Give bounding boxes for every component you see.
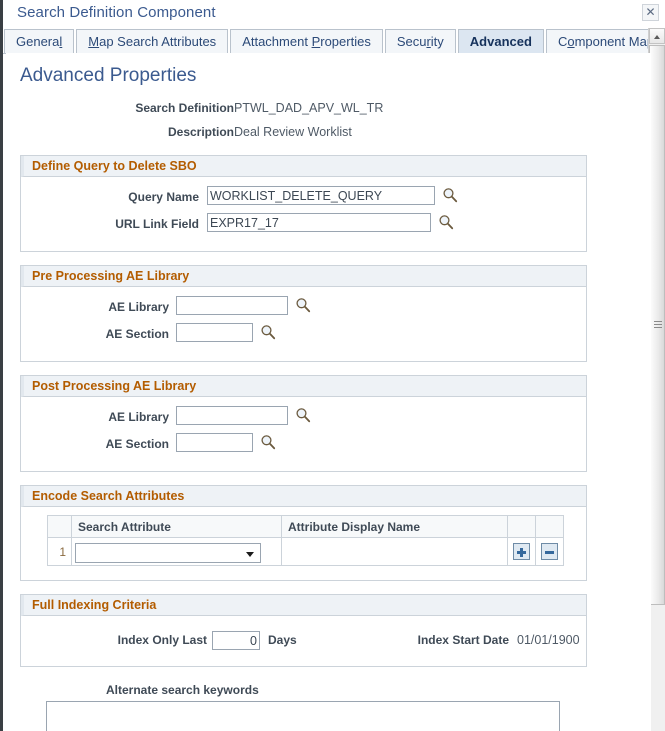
days-label: Days — [268, 633, 297, 647]
close-icon[interactable]: ✕ — [642, 4, 659, 21]
cell-search-attribute — [71, 537, 282, 566]
index-start-date-label: Index Start Date — [417, 633, 509, 647]
query-name-input[interactable] — [207, 186, 435, 205]
search-attribute-dropdown[interactable] — [75, 542, 261, 563]
scrollbar-thumb[interactable] — [649, 45, 665, 605]
encode-search-attributes-grid: Search Attribute Attribute Display Name … — [47, 515, 564, 566]
magnifier-icon[interactable] — [438, 214, 454, 230]
header-field-value: Deal Review Worklist — [234, 125, 352, 139]
group-define-query-to-delete-sbo: Define Query to Delete SBO Query Name UR… — [20, 155, 587, 252]
magnifier-icon[interactable] — [260, 434, 276, 450]
url-link-field-input[interactable] — [207, 213, 431, 232]
group-pre-processing-ae-library: Pre Processing AE Library AE Library AE … — [20, 265, 587, 362]
group-header: Encode Search Attributes — [21, 486, 586, 507]
post-ae-library-label: AE Library — [108, 410, 169, 424]
tab-advanced[interactable]: Advanced — [457, 29, 544, 53]
tab-bar: General Map Search Attributes Attachment P… — [3, 28, 665, 54]
field-row-post-ae-library: AE Library — [21, 406, 586, 433]
column-header-attribute-display-name: Attribute Display Name — [281, 515, 508, 538]
alternate-search-keywords-label: Alternate search keywords — [106, 683, 259, 697]
post-ae-section-input[interactable] — [176, 433, 253, 452]
add-row-button[interactable] — [513, 543, 530, 560]
magnifier-icon[interactable] — [295, 297, 311, 313]
magnifier-icon[interactable] — [442, 187, 458, 203]
group-post-processing-ae-library: Post Processing AE Library AE Library AE… — [20, 375, 587, 472]
header-field-value: PTWL_DAD_APV_WL_TR — [234, 101, 384, 115]
page-title: Advanced Properties — [20, 65, 197, 86]
cell-attribute-display-name[interactable] — [281, 537, 508, 566]
index-only-last-input[interactable] — [212, 631, 260, 650]
table-header-row: Search Attribute Attribute Display Name — [47, 515, 564, 538]
group-encode-search-attributes: Encode Search Attributes Search Attribut… — [20, 485, 587, 581]
post-ae-library-input[interactable] — [176, 406, 288, 425]
header-field-label: Description — [167, 125, 234, 139]
group-header: Full Indexing Criteria — [21, 595, 586, 616]
header-field-search-definition: Search Definition PTWL_DAD_APV_WL_TR — [6, 101, 651, 125]
group-header: Define Query to Delete SBO — [21, 156, 586, 177]
tab-general[interactable]: General — [4, 29, 75, 53]
group-header: Post Processing AE Library — [21, 376, 586, 397]
index-start-date-value: 01/01/1900 — [517, 633, 580, 647]
field-row-pre-ae-section: AE Section — [21, 323, 586, 350]
field-row-index-only-last: Index Only Last Days Index Start Date 01… — [21, 629, 586, 651]
query-name-label: Query Name — [128, 190, 199, 204]
magnifier-icon[interactable] — [295, 407, 311, 423]
cell-delete-row — [535, 537, 564, 566]
header-fields: Search Definition PTWL_DAD_APV_WL_TR Des… — [6, 101, 651, 149]
pre-ae-library-input[interactable] — [176, 296, 288, 315]
post-ae-section-label: AE Section — [105, 437, 169, 451]
field-row-post-ae-section: AE Section — [21, 433, 586, 460]
page-content: Advanced Properties Search Definition PT… — [6, 53, 651, 731]
index-only-last-label: Index Only Last — [117, 633, 207, 647]
field-row-query-name: Query Name — [21, 186, 586, 213]
column-header-search-attribute: Search Attribute — [71, 515, 282, 538]
header-field-label: Search Definition — [135, 101, 234, 115]
magnifier-icon[interactable] — [260, 324, 276, 340]
window-titlebar: Search Definition Component ✕ — [3, 0, 665, 28]
header-field-description: Description Deal Review Worklist — [6, 125, 651, 149]
scroll-up-arrow-icon[interactable] — [649, 28, 665, 44]
tab-attachment-properties[interactable]: Attachment Properties — [230, 29, 383, 53]
group-full-indexing-criteria: Full Indexing Criteria Index Only Last D… — [20, 594, 587, 667]
pre-ae-library-label: AE Library — [108, 300, 169, 314]
search-attribute-dropdown-value — [76, 553, 80, 555]
row-number: 1 — [47, 537, 72, 566]
group-header: Pre Processing AE Library — [21, 266, 586, 287]
column-header-delete — [535, 515, 564, 538]
alternate-search-keywords-textarea[interactable] — [46, 701, 560, 731]
delete-row-button[interactable] — [541, 543, 558, 560]
window-title: Search Definition Component — [17, 4, 216, 21]
field-row-url-link-field: URL Link Field — [21, 213, 586, 240]
pre-ae-section-input[interactable] — [176, 323, 253, 342]
url-link-field-label: URL Link Field — [115, 217, 199, 231]
tab-security[interactable]: Security — [384, 29, 456, 53]
column-header-add — [507, 515, 536, 538]
cell-add-row — [507, 537, 536, 566]
field-row-pre-ae-library: AE Library — [21, 296, 586, 323]
search-definition-component-window: Search Definition Component ✕ General Map… — [0, 0, 665, 731]
table-row: 1 — [47, 537, 564, 566]
tab-map-search-attributes[interactable]: Map Search Attributes — [76, 29, 229, 53]
scrollbar-grip-icon — [654, 321, 662, 329]
pre-ae-section-label: AE Section — [105, 327, 169, 341]
column-header-rownum — [47, 515, 72, 538]
